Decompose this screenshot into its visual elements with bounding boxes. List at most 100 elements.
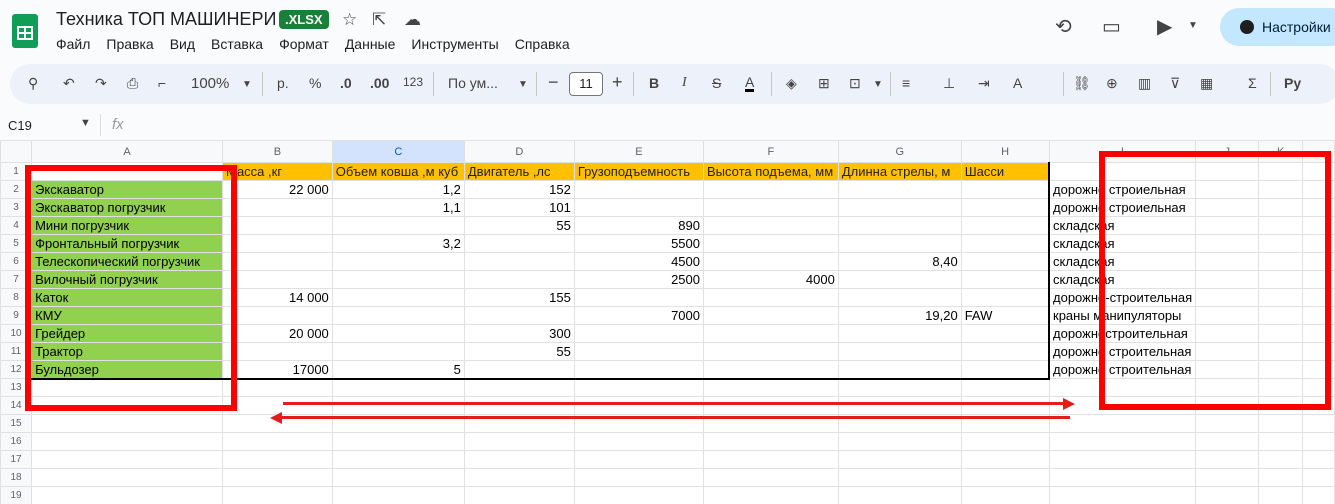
column-header[interactable]: G: [837, 140, 962, 163]
sheets-logo[interactable]: [12, 14, 38, 48]
header-cell[interactable]: Двигатель ,лс: [463, 162, 575, 181]
cell[interactable]: [463, 432, 575, 451]
cell[interactable]: [31, 486, 223, 504]
header-cell[interactable]: Длинна стрелы, м: [837, 162, 962, 181]
cell[interactable]: [960, 252, 1051, 271]
cell[interactable]: [1258, 450, 1304, 469]
menu-item[interactable]: Вставка: [211, 36, 271, 54]
cell[interactable]: 101: [463, 198, 575, 217]
document-title[interactable]: Техника ТОП МАШИНЕРИ: [56, 9, 276, 30]
cell[interactable]: [331, 450, 465, 469]
cell[interactable]: [463, 252, 575, 271]
cell[interactable]: 5500: [573, 234, 704, 253]
cell[interactable]: [837, 234, 962, 253]
cell[interactable]: [331, 288, 465, 307]
cell[interactable]: [1302, 468, 1335, 487]
print-icon[interactable]: ⎙: [127, 75, 138, 92]
merge-cells-icon[interactable]: ⊡: [849, 75, 861, 92]
cell[interactable]: 4500: [573, 252, 704, 271]
cell[interactable]: [221, 450, 333, 469]
cell[interactable]: [960, 234, 1051, 253]
row-header[interactable]: 19: [0, 486, 33, 504]
percent-format-button[interactable]: %: [309, 75, 321, 91]
cell[interactable]: [1302, 432, 1335, 451]
cell[interactable]: 19,20: [837, 306, 962, 325]
cell[interactable]: [221, 432, 333, 451]
cell[interactable]: [331, 486, 465, 504]
cell[interactable]: [331, 342, 465, 361]
cell[interactable]: [960, 270, 1051, 289]
cell[interactable]: [463, 306, 575, 325]
name-box[interactable]: C19: [8, 118, 32, 133]
cell[interactable]: 55: [463, 342, 575, 361]
cell[interactable]: 1,1: [331, 198, 465, 217]
cell[interactable]: 890: [573, 216, 704, 235]
cell[interactable]: [331, 378, 465, 397]
cell[interactable]: [960, 180, 1051, 199]
cell[interactable]: [221, 378, 333, 397]
cell[interactable]: [960, 324, 1051, 343]
cell[interactable]: 152: [463, 180, 575, 199]
cell[interactable]: [960, 450, 1050, 469]
cell[interactable]: [960, 360, 1051, 380]
cell[interactable]: [573, 360, 704, 380]
cell[interactable]: [1302, 486, 1335, 504]
cell[interactable]: [573, 396, 704, 415]
filter-icon[interactable]: ⊽: [1170, 75, 1180, 92]
column-header[interactable]: A: [31, 140, 223, 163]
cell[interactable]: [1258, 432, 1304, 451]
cell[interactable]: [837, 180, 962, 199]
cell[interactable]: [1048, 432, 1197, 451]
menu-item[interactable]: Файл: [56, 36, 98, 54]
input-tools-icon[interactable]: Py: [1284, 75, 1301, 91]
increase-font-size-button[interactable]: +: [612, 72, 623, 93]
row-header[interactable]: 16: [0, 432, 33, 451]
cell[interactable]: [31, 468, 223, 487]
cell[interactable]: [463, 486, 575, 504]
cell[interactable]: [1195, 414, 1260, 433]
row-header[interactable]: 15: [0, 414, 33, 433]
cell[interactable]: [702, 432, 839, 451]
row-header[interactable]: 18: [0, 468, 33, 487]
font-size-input[interactable]: 11: [569, 72, 603, 96]
cell[interactable]: [837, 288, 962, 307]
cell[interactable]: [837, 486, 962, 504]
functions-icon[interactable]: Σ: [1248, 75, 1257, 91]
cell[interactable]: [463, 450, 575, 469]
cell[interactable]: [463, 396, 575, 415]
cell[interactable]: [1048, 450, 1197, 469]
cell[interactable]: 20 000: [221, 324, 333, 343]
menu-item[interactable]: Данные: [345, 36, 404, 54]
cell[interactable]: [960, 342, 1051, 361]
cell[interactable]: [702, 306, 839, 325]
cell[interactable]: 3,2: [331, 234, 465, 253]
insert-comment-icon[interactable]: ⊕: [1106, 75, 1118, 92]
cell[interactable]: [702, 360, 839, 380]
version-history-icon[interactable]: ⟲: [1055, 14, 1072, 39]
strikethrough-icon[interactable]: S: [712, 75, 721, 91]
cell[interactable]: [702, 234, 839, 253]
fill-color-icon[interactable]: ◈: [786, 75, 797, 92]
cell[interactable]: [331, 432, 465, 451]
cell[interactable]: 4000: [702, 270, 839, 289]
select-all-corner[interactable]: [0, 140, 33, 163]
cell[interactable]: [331, 468, 465, 487]
cell[interactable]: [837, 216, 962, 235]
cell[interactable]: [221, 342, 333, 361]
cell[interactable]: [837, 198, 962, 217]
font-dropdown-icon[interactable]: ▼: [518, 79, 528, 90]
menu-item[interactable]: Формат: [279, 36, 337, 54]
star-icon[interactable]: ☆: [342, 10, 357, 30]
cell[interactable]: [702, 324, 839, 343]
cell[interactable]: [573, 468, 704, 487]
cell[interactable]: [573, 486, 704, 504]
cell[interactable]: 2500: [573, 270, 704, 289]
cell[interactable]: [463, 378, 575, 397]
cell[interactable]: [221, 486, 333, 504]
cell[interactable]: 300: [463, 324, 575, 343]
column-header[interactable]: B: [221, 140, 333, 163]
cell[interactable]: 22 000: [221, 180, 333, 199]
column-header[interactable]: H: [960, 140, 1050, 163]
header-cell[interactable]: Грузоподъемность: [573, 162, 704, 181]
cell[interactable]: 14 000: [221, 288, 333, 307]
